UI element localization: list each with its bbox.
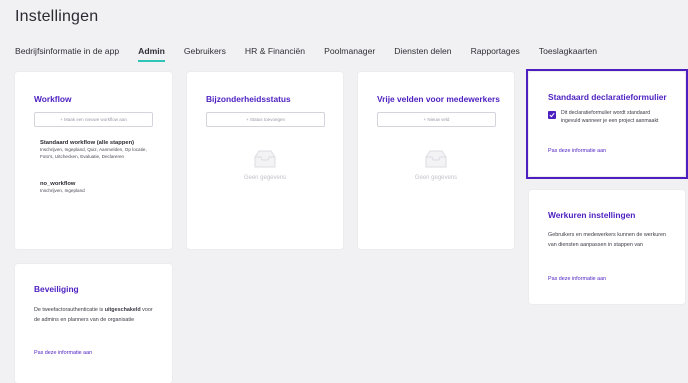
tab-gebruikers[interactable]: Gebruikers xyxy=(184,46,226,62)
workflow-item-name: no_workflow xyxy=(40,181,76,187)
tab-rapportages[interactable]: Rapportages xyxy=(471,46,520,62)
beveiliging-card: Beveiliging De tweefactorauthenticatie i… xyxy=(15,264,172,383)
tab-poolmanager[interactable]: Poolmanager xyxy=(324,46,375,62)
beveiliging-status: uitgeschakeld xyxy=(104,307,141,313)
werkuren-card: Werkuren instellingen Gebruikers en mede… xyxy=(529,190,685,304)
empty-state-text: Geen gegevens xyxy=(414,175,458,181)
tab-diensten-delen[interactable]: Diensten delen xyxy=(394,46,451,62)
add-status-button[interactable]: + Status toevoegen xyxy=(206,112,325,127)
tab-admin[interactable]: Admin xyxy=(138,46,165,62)
bijzonderheidsstatus-title: Bijzonderheidsstatus xyxy=(206,94,291,104)
workflow-item[interactable]: Standaard workflow (alle stappen) Inschr… xyxy=(40,140,155,160)
edit-declaratieformulier-link[interactable]: Pas deze informatie aan xyxy=(548,148,606,154)
tab-hr-financien[interactable]: HR & Financiën xyxy=(245,46,305,62)
edit-beveiliging-link[interactable]: Pas deze informatie aan xyxy=(34,350,92,356)
vrije-velden-card: Vrije velden voor medewerkers + Nieuw ve… xyxy=(358,72,514,249)
workflow-item-name: Standaard workflow (alle stappen) xyxy=(40,140,135,146)
empty-inbox-icon xyxy=(254,150,276,168)
declaratieformulier-card: Standaard declaratieformulier Dit declar… xyxy=(529,72,685,176)
vrije-velden-title: Vrije velden voor medewerkers xyxy=(377,94,500,104)
add-workflow-button[interactable]: + Maak een nieuwe workflow aan xyxy=(34,112,153,127)
workflow-item-description: Inschrijven, Ingepland, Quiz, Aanmelden,… xyxy=(40,147,147,159)
workflow-item-description: Inschrijven, Ingepland xyxy=(40,188,85,193)
page-title: Instellingen xyxy=(15,8,99,25)
declaratieformulier-checkbox-label: Dit declaratieformulier wordt standaard … xyxy=(561,110,659,124)
workflow-item[interactable]: no_workflow Inschrijven, Ingepland xyxy=(40,181,155,195)
empty-state-text: Geen gegevens xyxy=(243,175,287,181)
beveiliging-text-before: De tweefactorauthenticatie is xyxy=(34,307,105,313)
edit-werkuren-link[interactable]: Pas deze informatie aan xyxy=(548,276,606,282)
bijzonderheidsstatus-card: Bijzonderheidsstatus + Status toevoegen … xyxy=(187,72,343,249)
settings-tabs: Bedrijfsinformatie in de app Admin Gebru… xyxy=(15,46,616,62)
beveiliging-title: Beveiliging xyxy=(34,284,79,294)
workflow-title: Workflow xyxy=(34,94,72,104)
empty-inbox-icon xyxy=(425,150,447,168)
beveiliging-text: De tweefactorauthenticatie is uitgeschak… xyxy=(34,305,159,325)
declaratieformulier-title: Standaard declaratieformulier xyxy=(548,92,667,102)
werkuren-text: Gebruikers en medewerkers kunnen de werk… xyxy=(548,232,667,248)
declaratieformulier-checkbox[interactable] xyxy=(548,111,556,119)
checkmark-icon xyxy=(549,112,555,118)
tab-bedrijfsinformatie[interactable]: Bedrijfsinformatie in de app xyxy=(15,46,119,62)
tab-toeslagkaarten[interactable]: Toeslagkaarten xyxy=(539,46,597,62)
workflow-card: Workflow + Maak een nieuwe workflow aan … xyxy=(15,72,172,249)
werkuren-title: Werkuren instellingen xyxy=(548,210,636,220)
add-field-button[interactable]: + Nieuw veld xyxy=(377,112,496,127)
